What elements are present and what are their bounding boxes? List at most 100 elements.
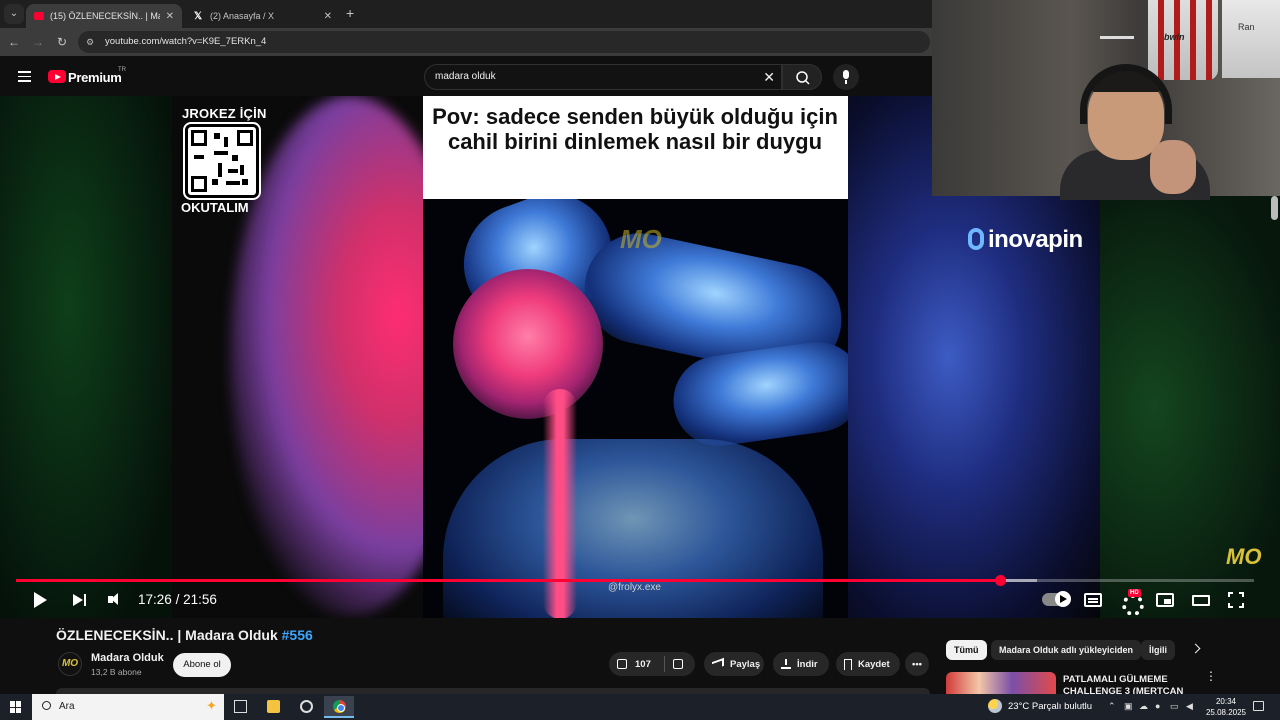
weather-icon[interactable] (988, 699, 1002, 713)
forward-arrow-icon[interactable]: → (30, 34, 46, 50)
task-view-button[interactable] (225, 696, 255, 718)
hd-badge: HD (1128, 589, 1141, 597)
save-button[interactable]: Kaydet (836, 652, 900, 676)
onedrive-icon[interactable]: ☁ (1139, 701, 1148, 712)
jersey2-text: Ran (1238, 22, 1255, 32)
clock-time: 20:34 (1215, 697, 1237, 706)
meme-image (423, 199, 848, 618)
youtube-favicon-icon (34, 12, 44, 20)
share-label: Paylaş (730, 658, 761, 670)
video-title: ÖZLENECEKSİN.. | Madara Olduk #556 (56, 627, 313, 643)
browser-toolbar: ← → ↻ ⚙ youtube.com/watch?v=K9E_7ERKn_4 (0, 28, 932, 56)
obs-icon (300, 700, 313, 713)
streamer-hand (1150, 140, 1196, 194)
time-separator: / (175, 592, 180, 607)
recommended-thumbnail[interactable] (946, 672, 1056, 694)
play-icon[interactable] (32, 590, 47, 610)
taskbar-search-input[interactable]: Ara ✦ (32, 694, 224, 720)
jersey-sponsor: bwin (1164, 32, 1185, 42)
microphone-icon[interactable] (833, 64, 859, 90)
channel-logo-bug: MO (1226, 544, 1262, 569)
share-button[interactable]: Paylaş (704, 652, 764, 676)
next-video-icon[interactable] (72, 590, 88, 610)
back-arrow-icon[interactable]: ← (6, 34, 22, 50)
chip-all[interactable]: Tümü (946, 640, 987, 660)
channel-avatar[interactable]: MO (58, 652, 82, 676)
thumbs-up-icon (617, 659, 627, 669)
qr-title: JROKEZ İÇİN (182, 106, 267, 121)
download-icon (781, 659, 791, 669)
download-button[interactable]: İndir (773, 652, 829, 676)
task-view-icon (234, 700, 247, 713)
dislike-button[interactable] (665, 659, 683, 669)
download-label: İndir (797, 658, 818, 670)
tab-title: (2) Anasayfa / X (210, 11, 275, 21)
youtube-header: Premium TR madara olduk ✕ (0, 56, 932, 96)
address-bar[interactable]: ⚙ youtube.com/watch?v=K9E_7ERKn_4 (78, 31, 930, 53)
chip-from-uploader[interactable]: Madara Olduk adlı yükleyiciden (991, 640, 1142, 660)
like-button[interactable]: 107 (609, 656, 665, 672)
tab-search-icon[interactable]: ⌄ (4, 4, 24, 24)
search-query[interactable]: madara olduk (435, 71, 496, 82)
taskbar-search-label: Ara (59, 701, 75, 712)
notification-icon[interactable] (1253, 701, 1264, 711)
webcam-jersey-2: Ran (1222, 0, 1280, 78)
miniplayer-icon[interactable] (1156, 593, 1174, 607)
windows-start-icon[interactable] (10, 701, 22, 713)
video-title-text: ÖZLENECEKSİN.. | Madara Olduk (56, 627, 278, 643)
site-info-icon[interactable]: ⚙ (86, 36, 98, 48)
search-icon (796, 71, 810, 85)
webcam-jersey: bwin (1148, 0, 1218, 80)
search-input[interactable]: madara olduk ✕ (424, 64, 782, 90)
weather-text[interactable]: 23°C Parçalı bulutlu (1008, 701, 1092, 712)
save-label: Kaydet (858, 658, 890, 670)
subscribe-button[interactable]: Abone ol (173, 653, 231, 677)
file-explorer-button[interactable] (258, 696, 288, 718)
search-icon (42, 701, 51, 710)
chrome-button[interactable] (324, 696, 354, 718)
url-text[interactable]: youtube.com/watch?v=K9E_7ERKn_4 (105, 36, 266, 47)
fullscreen-icon[interactable] (1228, 592, 1244, 608)
volume-icon[interactable] (108, 590, 124, 610)
tab-close-icon[interactable]: ✕ (324, 11, 332, 22)
sponsor-name: inovapin (988, 226, 1083, 253)
tab-title: (15) ÖZLENECEKSİN.. | Madara Olduk (50, 11, 160, 21)
browser-tab-strip: ⌄ (15) ÖZLENECEKSİN.. | Madara Olduk ✕ 𝕏… (0, 0, 932, 28)
speaker-icon[interactable]: ◀ (1186, 701, 1193, 712)
youtube-logo-icon[interactable] (48, 70, 66, 83)
video-hashtag[interactable]: #556 (282, 627, 313, 643)
chip-related[interactable]: İlgili (1141, 640, 1175, 660)
tab-x[interactable]: 𝕏 (2) Anasayfa / X ✕ (184, 4, 340, 28)
recommended-title[interactable]: PATLAMALI GÜLMEME CHALLENGE 3 (MERTCAN (1063, 674, 1198, 694)
page-scrollbar[interactable] (1271, 196, 1278, 220)
qr-subtitle: OKUTALIM (181, 200, 249, 215)
clear-search-icon[interactable]: ✕ (763, 69, 775, 86)
meme-caption: Pov: sadece senden büyük olduğu için cah… (432, 104, 838, 154)
obs-button[interactable] (291, 696, 321, 718)
network-icon[interactable]: ▭ (1170, 701, 1179, 712)
youtube-brand[interactable]: Premium (68, 70, 122, 85)
tab-close-icon[interactable]: ✕ (166, 11, 174, 22)
channel-name[interactable]: Madara Olduk (91, 652, 164, 664)
thumbs-down-icon (673, 659, 683, 669)
recommended-more-icon[interactable]: ⋮ (1205, 670, 1217, 682)
subtitles-icon[interactable] (1084, 593, 1102, 607)
more-actions-button[interactable]: ••• (905, 652, 929, 676)
new-tab-button[interactable]: + (346, 5, 354, 21)
tray-chevron-icon[interactable]: ⌃ (1108, 701, 1116, 712)
region-code: TR (118, 67, 126, 73)
chevron-right-icon[interactable] (1190, 643, 1201, 654)
theater-mode-icon[interactable] (1192, 595, 1210, 606)
taskbar-clock[interactable]: 20:34 25.08.2025 (1204, 696, 1248, 718)
clock-date: 25.08.2025 (1205, 708, 1247, 717)
microphone-tray-icon[interactable]: ● (1155, 701, 1160, 711)
menu-icon[interactable] (18, 71, 31, 82)
tab-youtube[interactable]: (15) ÖZLENECEKSİN.. | Madara Olduk ✕ (26, 4, 182, 28)
tray-app-icon[interactable]: ▣ (1124, 701, 1133, 712)
sparkle-icon: ✦ (206, 698, 217, 713)
like-dislike-group: 107 (609, 652, 695, 676)
meme-logo-mark: MO (620, 224, 662, 254)
search-button[interactable] (782, 64, 822, 90)
reload-icon[interactable]: ↻ (54, 34, 70, 50)
autoplay-toggle[interactable] (1042, 591, 1071, 607)
